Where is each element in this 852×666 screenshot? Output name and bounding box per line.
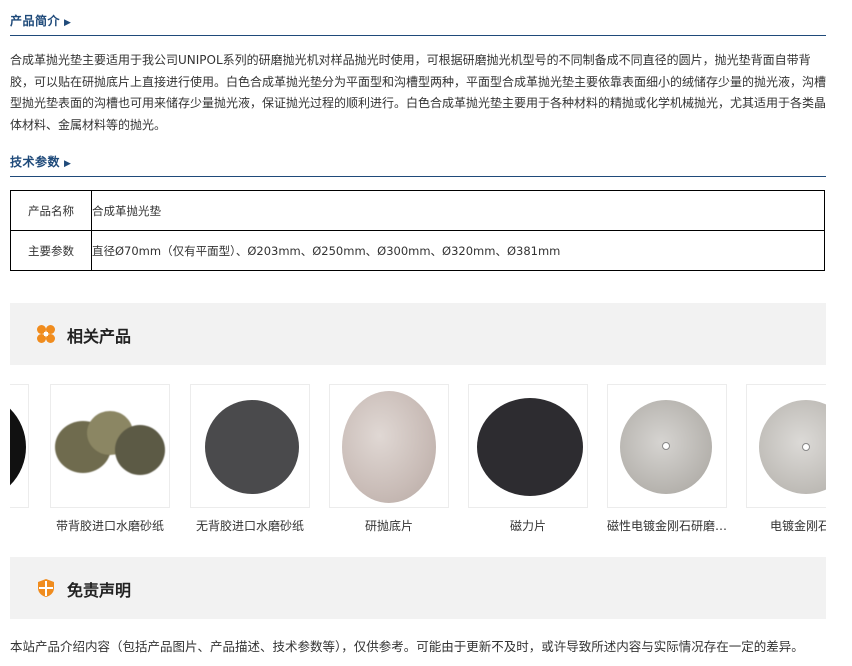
shield-icon [38,579,54,597]
product-image[interactable] [50,384,170,508]
table-row: 产品名称 合成革抛光垫 [10,190,825,231]
product-name[interactable]: 无背胶进口水磨砂纸 [185,517,315,534]
product-name[interactable]: 研抛底片 [324,517,454,534]
spec-key-name: 产品名称 [10,190,92,231]
triangle-right-icon: ▶ [64,159,72,169]
product-card[interactable]: 电镀金刚石研 [746,384,826,534]
black-disc-partial-icon [10,393,26,501]
intro-divider [10,35,826,36]
related-products-carousel[interactable]: 带背胶进口水磨砂纸 无背胶进口水磨砂纸 研抛底片 磁力片 磁性电镀金刚石研磨… … [10,384,826,544]
intro-heading-text: 产品简介 [10,14,61,28]
product-card[interactable]: 磁性电镀金刚石研磨… [607,384,727,534]
product-name[interactable]: 磁力片 [463,517,593,534]
disclaimer-title: 免责声明 [67,581,132,600]
product-image[interactable] [468,384,588,508]
product-image[interactable] [746,384,826,508]
spec-value-name: 合成革抛光垫 [91,190,825,231]
product-card[interactable]: 带背胶进口水磨砂纸 [50,384,170,534]
product-name[interactable]: 电镀金刚石研 [741,517,826,534]
center-hole-icon [802,443,810,451]
table-row: 主要参数 直径Ø70mm（仅有平面型）、Ø203mm、Ø250mm、Ø300mm… [10,230,825,271]
specs-divider [10,176,826,177]
disclaimer-text: 本站产品介绍内容（包括产品图片、产品描述、技术参数等），仅供参考。可能由于更新不… [10,639,804,654]
specs-heading: 技术参数 ▶ [10,153,71,170]
spec-value-params: 直径Ø70mm（仅有平面型）、Ø203mm、Ø250mm、Ø300mm、Ø320… [91,230,825,271]
product-card[interactable] [10,384,29,517]
disclaimer-header: 免责声明 [10,557,826,619]
beige-disc-icon [342,391,436,503]
product-image[interactable] [607,384,727,508]
related-products-header: 相关产品 [10,303,826,365]
related-products-title: 相关产品 [67,327,132,346]
triangle-right-icon: ▶ [64,18,72,28]
silver-disc-partial-icon [759,400,826,494]
product-name[interactable]: 磁性电镀金刚石研磨… [602,517,732,534]
grid-flower-icon [37,325,55,343]
gray-disc-icon [205,400,299,494]
black-disc-icon [477,398,583,496]
product-image[interactable] [10,384,29,508]
specs-heading-text: 技术参数 [10,155,61,169]
spec-key-params: 主要参数 [10,230,92,271]
product-image[interactable] [329,384,449,508]
product-card[interactable]: 研抛底片 [329,384,449,534]
center-hole-icon [662,442,670,450]
intro-heading: 产品简介 ▶ [10,12,71,29]
product-image[interactable] [190,384,310,508]
spec-table: 产品名称 合成革抛光垫 主要参数 直径Ø70mm（仅有平面型）、Ø203mm、Ø… [10,190,825,271]
product-name[interactable]: 带背胶进口水磨砂纸 [45,517,175,534]
sandpaper-disc-icon [115,425,165,475]
product-card[interactable]: 磁力片 [468,384,588,534]
product-card[interactable]: 无背胶进口水磨砂纸 [190,384,310,534]
intro-paragraph: 合成革抛光垫主要适用于我公司UNIPOL系列的研磨抛光机对样品抛光时使用，可根据… [10,53,827,132]
